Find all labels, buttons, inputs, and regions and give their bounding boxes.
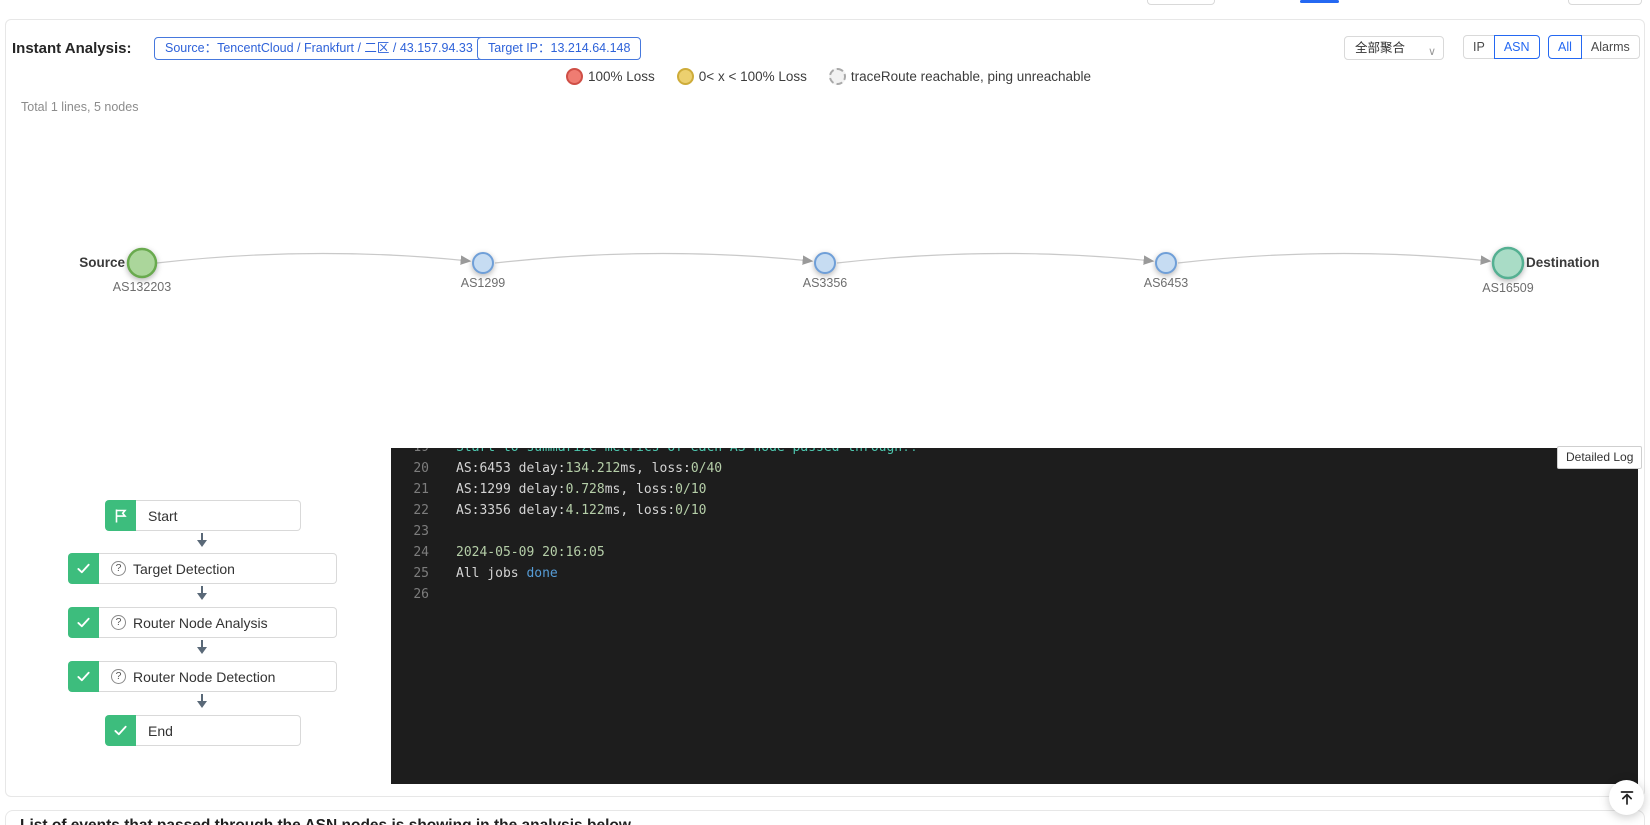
edge-as3356-as6453: [837, 253, 1152, 263]
flow-arrow-down: [201, 694, 203, 706]
line-number: 24: [391, 542, 429, 563]
log-text: Start to summarize metrics of each AS no…: [456, 448, 918, 458]
edge-source-as1299: [157, 253, 469, 263]
line-number: 26: [391, 584, 429, 605]
log-text: ms, loss:: [605, 482, 675, 497]
as6453-label: AS6453: [1144, 276, 1188, 290]
flow-step-label: Router Node Detection: [133, 669, 275, 685]
toggle-asn-button[interactable]: ASN: [1494, 35, 1540, 59]
as1299-label: AS1299: [461, 276, 505, 290]
line-number: 21: [391, 479, 429, 500]
log-value: 134.212: [566, 461, 621, 476]
log-line: 26: [391, 584, 1638, 605]
log-line: 19 Start to summarize metrics of each AS…: [391, 448, 1638, 458]
destination-as-label: AS16509: [1482, 281, 1533, 295]
log-text: AS:3356 delay:: [456, 503, 566, 518]
flow-step-end[interactable]: End: [105, 715, 301, 746]
source-role-label: Source: [0, 255, 125, 270]
log-line: 25 All jobs done: [391, 563, 1638, 584]
log-line: 20 AS:6453 delay:134.212ms, loss:0/40: [391, 458, 1638, 479]
log-status: done: [526, 566, 557, 581]
check-icon: [68, 607, 99, 638]
arrow-up-to-line-icon: [1619, 790, 1635, 806]
line-number: 19: [391, 448, 429, 458]
log-value: 4.122: [566, 503, 605, 518]
flow-step-label: Router Node Analysis: [133, 615, 268, 631]
help-icon[interactable]: ?: [111, 669, 126, 684]
log-text: ms, loss:: [620, 461, 690, 476]
log-value: 0.728: [566, 482, 605, 497]
flag-icon: [105, 500, 136, 531]
flow-arrow-down: [201, 640, 203, 652]
line-number: 22: [391, 500, 429, 521]
check-icon: [68, 553, 99, 584]
flow-step-router-node-detection[interactable]: ? Router Node Detection: [68, 661, 337, 692]
destination-role-label: Destination: [1526, 255, 1600, 270]
instant-analysis-page: Instant Analysis: Source：TencentCloud / …: [0, 0, 1650, 825]
log-text: AS:6453 delay:: [456, 461, 566, 476]
log-line: 21 AS:1299 delay:0.728ms, loss:0/10: [391, 479, 1638, 500]
back-to-top-button[interactable]: [1609, 780, 1644, 815]
topology-graph: [0, 0, 1650, 400]
flow-step-target-detection[interactable]: ? Target Detection: [68, 553, 337, 584]
check-icon: [105, 715, 136, 746]
flow-arrow-down: [201, 533, 203, 545]
log-timestamp: 2024-05-09 20:16:05: [456, 542, 605, 563]
help-icon[interactable]: ?: [111, 615, 126, 630]
flow-step-label: Target Detection: [133, 561, 235, 577]
detailed-log-chip[interactable]: Detailed Log: [1557, 446, 1642, 469]
next-section-title: List of events that passed through the A…: [20, 817, 631, 825]
log-value: 0/40: [691, 461, 722, 476]
flow-step-start[interactable]: Start: [105, 500, 301, 531]
flow-arrow-down: [201, 586, 203, 598]
edge-as1299-as3356: [495, 253, 811, 263]
line-number: 25: [391, 563, 429, 584]
line-number: 23: [391, 521, 429, 542]
flow-step-label: Start: [148, 508, 178, 524]
flow-step-label: End: [148, 723, 173, 739]
node-as6453[interactable]: [1156, 253, 1176, 273]
log-line: 22 AS:3356 delay:4.122ms, loss:0/10: [391, 500, 1638, 521]
log-value: 0/10: [675, 482, 706, 497]
check-icon: [68, 661, 99, 692]
edge-as6453-destination: [1178, 253, 1489, 263]
log-text: ms, loss:: [605, 503, 675, 518]
as3356-label: AS3356: [803, 276, 847, 290]
node-destination[interactable]: [1493, 248, 1523, 278]
log-line: 24 2024-05-09 20:16:05: [391, 542, 1638, 563]
node-as3356[interactable]: [815, 253, 835, 273]
node-source[interactable]: [128, 249, 156, 277]
log-value: 0/10: [675, 503, 706, 518]
next-section-card: List of events that passed through the A…: [5, 810, 1645, 825]
node-as1299[interactable]: [473, 253, 493, 273]
source-as-label: AS132203: [113, 280, 171, 294]
flow-step-router-node-analysis[interactable]: ? Router Node Analysis: [68, 607, 337, 638]
log-text: AS:1299 delay:: [456, 482, 566, 497]
help-icon[interactable]: ?: [111, 561, 126, 576]
detailed-log-terminal[interactable]: 19 Start to summarize metrics of each AS…: [391, 448, 1638, 784]
line-number: 20: [391, 458, 429, 479]
toggle-all-button[interactable]: All: [1548, 35, 1582, 59]
log-line: 23: [391, 521, 1638, 542]
log-text: All jobs: [456, 566, 526, 581]
